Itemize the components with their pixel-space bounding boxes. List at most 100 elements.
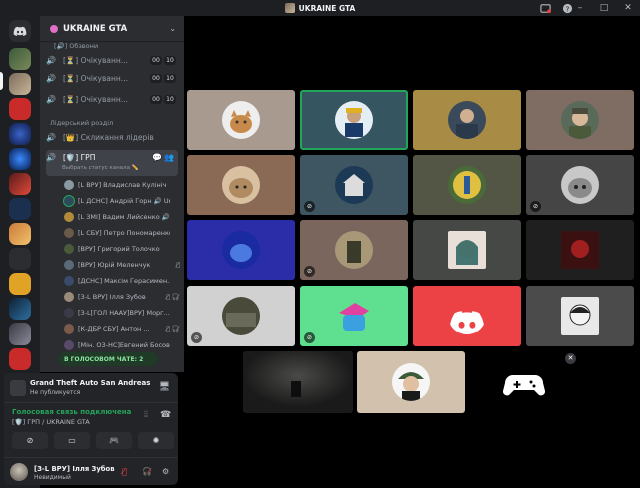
- channel-sidebar: UKRAINE GTA ⌄ [🔊] Обзвони 🔊 [⏳] Очікуван…: [40, 16, 184, 372]
- camera-off-button[interactable]: ⊘: [12, 432, 48, 449]
- settings-gear-icon[interactable]: ⚙: [162, 467, 169, 476]
- voice-channel-path[interactable]: [🛡️] ГРП / UKRAINE GTA: [12, 418, 90, 426]
- participant-tile[interactable]: [526, 220, 634, 280]
- participant-tile[interactable]: ⊘: [300, 155, 408, 215]
- voice-member[interactable]: [З-L ВРУ] Ілля Зубов 🎙̸ 🎧̸: [64, 290, 180, 304]
- server-icon[interactable]: [9, 48, 31, 70]
- selected-server-indicator: [0, 72, 3, 90]
- server-icon[interactable]: [9, 248, 31, 270]
- voice-channel-leaders[interactable]: 🔊 [👑] Скликання лідерів: [46, 130, 178, 145]
- voice-member[interactable]: [ВРУ] Григорий Толочко: [64, 242, 180, 256]
- server-icon-ukraine-gta[interactable]: [9, 73, 31, 95]
- participant-tile[interactable]: [413, 90, 521, 150]
- disconnect-icon[interactable]: ☎: [160, 410, 171, 420]
- camera-off-icon: ⊘: [304, 266, 315, 277]
- maximize-icon[interactable]: □: [592, 3, 616, 13]
- avatar: [64, 196, 74, 206]
- activity-tile[interactable]: [469, 351, 579, 413]
- activity-button[interactable]: 🎮: [96, 432, 132, 449]
- participant-tile[interactable]: ⊘: [526, 155, 634, 215]
- speaker-icon: 🔊: [46, 74, 56, 83]
- participant-tile[interactable]: [413, 155, 521, 215]
- channel-label: Очікуванн...: [80, 56, 128, 65]
- voice-channel-waiting-2[interactable]: 🔊 [⏳] Очікуванн... 00 10: [46, 71, 178, 86]
- user-limit-badge: 10: [164, 95, 176, 104]
- voice-channel-waiting-3[interactable]: 🔊 [⏳] Очікуванн... 00 10: [46, 92, 178, 107]
- participant-tile[interactable]: [187, 220, 295, 280]
- voice-member[interactable]: [L ЗМІ] Вадим Лийсенко 🔊: [64, 210, 180, 224]
- voice-channel-waiting-1[interactable]: 🔊 [⏳] Очікуванн... 00 10: [46, 53, 178, 68]
- voice-channel-grp-active[interactable]: 🔊 [🛡️] ГРП 💬 👥 Выбрать статус канала ✏️: [46, 150, 178, 176]
- mic-muted-icon: 🎙̸: [176, 261, 180, 269]
- voice-member[interactable]: [L ДСНС] Андрій Горн 🔊 Ur: [64, 194, 180, 208]
- server-icon[interactable]: [9, 98, 31, 120]
- user-name[interactable]: [З-L ВРУ] Ілля Зубов: [34, 465, 115, 473]
- speaker-icon: 🔊: [46, 95, 56, 104]
- participant-tile[interactable]: [187, 155, 295, 215]
- user-status: Невидимый: [34, 474, 71, 481]
- camera-off-icon: ⊘: [191, 332, 202, 343]
- server-icon[interactable]: [9, 223, 31, 245]
- server-icon[interactable]: [9, 173, 31, 195]
- channel-group-label[interactable]: [🔊] Обзвони: [54, 42, 98, 50]
- voice-member[interactable]: [ВРУ] Юрій Меленчук 🎙̸: [64, 258, 180, 272]
- screen-share-button[interactable]: ▭: [54, 432, 90, 449]
- voice-member[interactable]: [К-ДБР СБУ] Антон ... 🎙̸ 🎧̸: [64, 322, 180, 336]
- window-controls: – □ ✕: [568, 0, 640, 16]
- stream-tile[interactable]: [243, 351, 353, 413]
- server-icon[interactable]: [9, 148, 31, 170]
- user-avatar[interactable]: [10, 463, 28, 481]
- server-icon[interactable]: [9, 348, 31, 370]
- avatar: [561, 297, 599, 335]
- avatar: [64, 244, 74, 254]
- avatar: [64, 212, 74, 222]
- participant-tile[interactable]: ⊘: [300, 286, 408, 346]
- server-icon[interactable]: [9, 323, 31, 345]
- discord-logo-icon: [448, 297, 486, 335]
- server-icon[interactable]: [9, 123, 31, 145]
- add-member-icon[interactable]: 👥: [164, 153, 174, 162]
- voice-member[interactable]: [З-L[ГОЛ НААУ]ВРУ] Морг...: [64, 306, 180, 320]
- deafen-icon[interactable]: 🎧̸: [142, 467, 152, 476]
- screen-share-icon[interactable]: 🖥: [159, 382, 170, 392]
- participant-tile[interactable]: [413, 286, 521, 346]
- voice-member[interactable]: [L СБУ] Петро Пономаренко: [64, 226, 180, 240]
- speaker-icon: 🔊: [46, 153, 56, 162]
- avatar: [64, 308, 74, 318]
- participant-tile[interactable]: ⊘: [300, 220, 408, 280]
- channel-label: ГРП: [80, 153, 96, 162]
- server-header[interactable]: UKRAINE GTA ⌄: [40, 16, 184, 42]
- in-voice-chat-badge[interactable]: В ГОЛОСОВОМ ЧАТЕ: 2: [58, 352, 158, 366]
- participant-tile[interactable]: [526, 286, 634, 346]
- participant-tile-speaking[interactable]: [300, 90, 408, 150]
- close-icon[interactable]: ✕: [565, 353, 576, 364]
- camera-off-icon: ⊘: [530, 201, 541, 212]
- soundboard-button[interactable]: ✺: [138, 432, 174, 449]
- voice-member[interactable]: [ДСНС] Максім Герасимен...: [64, 274, 180, 288]
- server-icon[interactable]: [9, 198, 31, 220]
- voice-member[interactable]: [L ВРУ] Владислав Кулініч: [64, 178, 180, 192]
- inbox-icon[interactable]: [540, 3, 551, 14]
- user-limit-badge: 10: [164, 56, 176, 65]
- minimize-icon[interactable]: –: [568, 3, 592, 13]
- voice-member[interactable]: [Мін. ОЗ-НС]Евгений Босов: [64, 338, 180, 352]
- voice-connected-label[interactable]: Голосовая связь подключена: [12, 408, 131, 416]
- participant-tile[interactable]: [187, 90, 295, 150]
- server-icon[interactable]: [9, 273, 31, 295]
- channel-status-hint[interactable]: Выбрать статус канала ✏️: [62, 165, 139, 171]
- user-limit-badge: 10: [164, 74, 176, 83]
- discord-home-icon[interactable]: [9, 20, 31, 42]
- participant-tile[interactable]: [413, 220, 521, 280]
- category-leaders[interactable]: Лідерський розділ: [50, 119, 113, 127]
- participant-tile[interactable]: [357, 351, 465, 413]
- participant-tile[interactable]: [526, 90, 634, 150]
- avatar: [448, 166, 486, 204]
- chat-bubble-icon[interactable]: 💬: [152, 153, 162, 162]
- close-window-icon[interactable]: ✕: [616, 3, 640, 13]
- participant-tile[interactable]: ⊘: [187, 286, 295, 346]
- chevron-down-icon[interactable]: ⌄: [169, 24, 176, 33]
- avatar: [335, 166, 373, 204]
- server-icon[interactable]: [9, 298, 31, 320]
- mic-muted-icon[interactable]: 🎙̸: [122, 467, 127, 476]
- noise-suppression-icon[interactable]: ⦙⦙: [144, 410, 148, 420]
